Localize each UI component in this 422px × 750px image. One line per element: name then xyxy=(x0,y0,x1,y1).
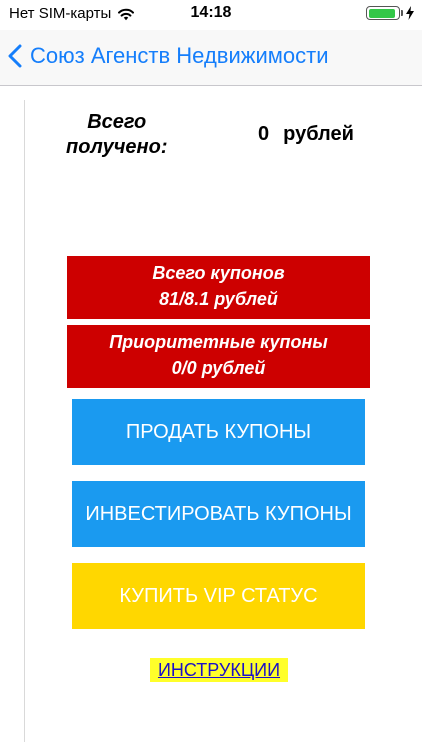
page-title: Союз Агенств Недвижимости xyxy=(30,43,329,68)
chevron-left-icon xyxy=(8,44,22,68)
priority-coupons-value: 0/0 рублей xyxy=(171,358,266,378)
total-received-currency: рублей xyxy=(283,123,354,145)
charging-bolt-icon xyxy=(406,6,414,20)
battery-cap xyxy=(401,10,403,16)
total-received-value: 0 рублей xyxy=(258,123,368,146)
invest-coupons-button[interactable]: ИНВЕСТИРОВАТЬ КУПОНЫ xyxy=(72,481,365,547)
priority-coupons-title: Приоритетные купоны xyxy=(109,332,328,352)
priority-coupons-card: Приоритетные купоны 0/0 рублей xyxy=(67,325,370,388)
battery-icon xyxy=(366,6,400,20)
total-received-amount: 0 xyxy=(258,123,270,145)
total-coupons-title: Всего купонов xyxy=(152,263,285,283)
total-received-label: Всего получено: xyxy=(66,111,168,158)
navigation-bar: Союз Агенств Недвижимости xyxy=(0,30,422,86)
instructions-link[interactable]: ИНСТРУКЦИИ xyxy=(150,658,288,682)
left-divider xyxy=(24,100,25,742)
buy-vip-status-button[interactable]: КУПИТЬ VIP СТАТУС xyxy=(72,563,365,629)
total-coupons-card: Всего купонов 81/8.1 рублей xyxy=(67,256,370,319)
battery-indicator xyxy=(366,6,414,20)
battery-level-fill xyxy=(368,8,395,18)
sell-coupons-button[interactable]: ПРОДАТЬ КУПОНЫ xyxy=(72,399,365,465)
status-bar: Нет SIM-карты 14:18 xyxy=(0,0,422,30)
main-content: Всего получено: 0 рублей Всего купонов 81… xyxy=(0,86,422,750)
status-time: 14:18 xyxy=(190,4,232,21)
total-coupons-value: 81/8.1 рублей xyxy=(159,289,278,309)
back-button[interactable]: Союз Агенств Недвижимости xyxy=(8,40,328,72)
